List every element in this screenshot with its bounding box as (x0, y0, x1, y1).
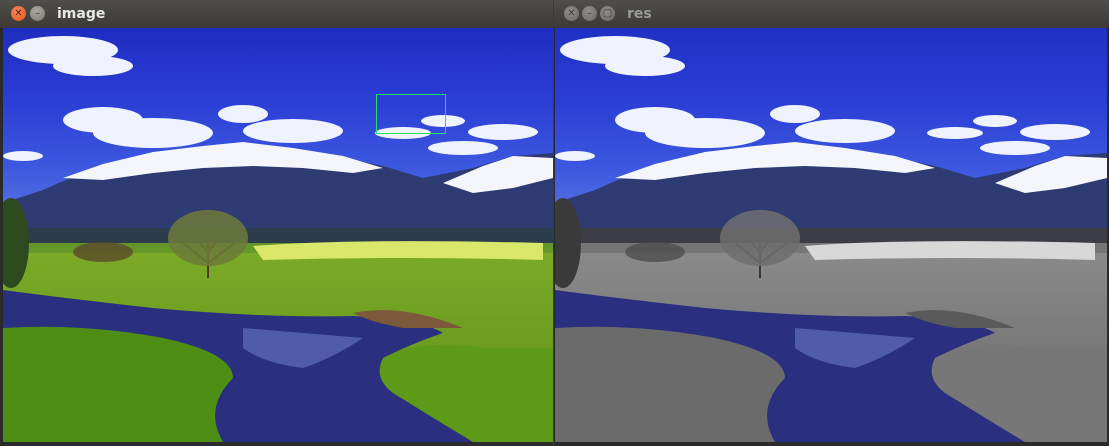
close-icon[interactable]: ✕ (11, 6, 26, 21)
window-title: image (57, 6, 106, 22)
image-window-titlebar[interactable]: ✕ – image (0, 0, 553, 29)
roi-selection-box (376, 94, 446, 134)
minimize-icon[interactable]: – (30, 6, 45, 21)
close-icon[interactable]: ✕ (564, 6, 579, 21)
landscape-image (3, 28, 553, 442)
minimize-icon[interactable]: – (582, 6, 597, 21)
image-window: ✕ – image (0, 0, 553, 446)
maximize-icon[interactable]: ▢ (600, 6, 615, 21)
res-window-titlebar[interactable]: ✕ – ▢ res (554, 0, 1109, 29)
result-image (555, 28, 1107, 442)
window-title: res (627, 6, 652, 22)
res-window: ✕ – ▢ res (554, 0, 1109, 446)
